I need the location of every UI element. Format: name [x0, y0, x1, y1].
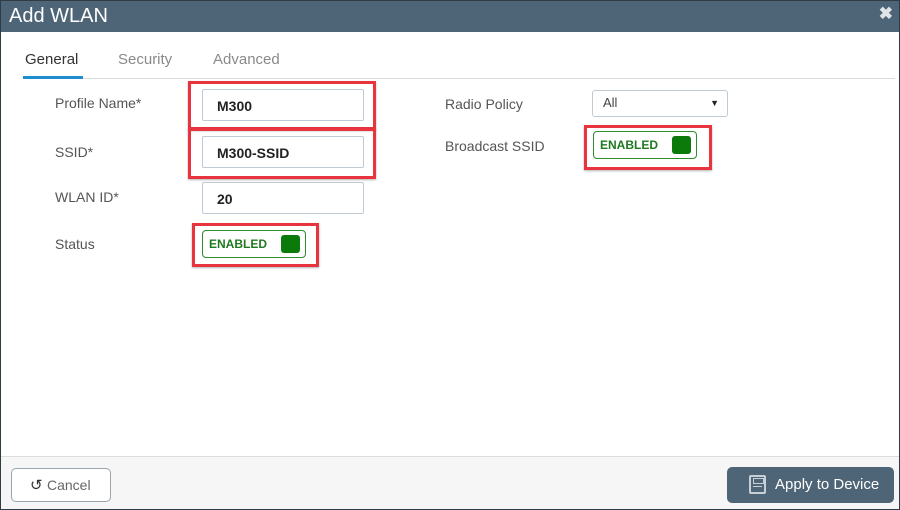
profile-name-label: Profile Name* [55, 95, 142, 111]
ssid-input[interactable]: M300-SSID [202, 136, 364, 168]
tab-advanced[interactable]: Advanced [213, 51, 280, 68]
tab-general[interactable]: General [25, 51, 78, 68]
radio-policy-value: All [603, 95, 618, 110]
tab-security[interactable]: Security [118, 51, 172, 68]
active-tab-indicator [23, 76, 83, 79]
profile-name-input[interactable]: M300 [202, 89, 364, 121]
dialog-footer: ↺ Cancel Apply to Device [1, 456, 899, 509]
cancel-button[interactable]: ↺ Cancel [11, 468, 111, 502]
add-wlan-dialog: Add WLAN ✖ General Security Advanced Pro… [0, 0, 900, 510]
status-toggle-text: ENABLED [209, 237, 268, 251]
radio-policy-select[interactable]: All ▼ [592, 90, 728, 117]
wlan-id-label: WLAN ID* [55, 189, 119, 205]
tab-bar: General Security Advanced [23, 49, 895, 79]
chevron-down-icon: ▼ [710, 98, 719, 108]
save-icon [749, 475, 766, 494]
status-label: Status [55, 236, 95, 252]
toggle-knob [672, 136, 691, 154]
dialog-title: Add WLAN [9, 5, 108, 27]
close-icon[interactable]: ✖ [879, 4, 893, 24]
ssid-label: SSID* [55, 144, 94, 160]
broadcast-ssid-label: Broadcast SSID [445, 138, 545, 154]
broadcast-ssid-toggle[interactable]: ENABLED [593, 131, 697, 159]
cancel-label: Cancel [47, 477, 91, 493]
wlan-id-input[interactable]: 20 [202, 182, 364, 214]
status-toggle[interactable]: ENABLED [202, 230, 306, 258]
apply-to-device-button[interactable]: Apply to Device [727, 467, 894, 503]
undo-icon: ↺ [30, 477, 43, 494]
dialog-titlebar: Add WLAN ✖ [1, 1, 899, 32]
apply-label: Apply to Device [775, 476, 880, 493]
toggle-knob [281, 235, 300, 253]
broadcast-ssid-toggle-text: ENABLED [600, 138, 659, 152]
radio-policy-label: Radio Policy [445, 96, 523, 112]
